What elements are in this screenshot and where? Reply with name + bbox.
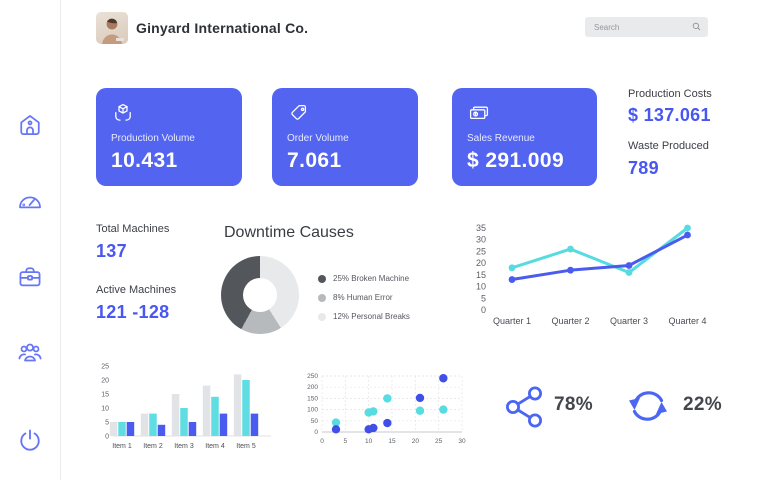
- search-input[interactable]: [592, 21, 692, 33]
- sidebar-item-home[interactable]: [16, 111, 44, 139]
- svg-text:30: 30: [476, 235, 486, 245]
- sidebar-item-team[interactable]: [16, 338, 44, 366]
- sidebar-item-dashboard[interactable]: [16, 188, 44, 216]
- svg-text:15: 15: [101, 392, 109, 399]
- search-icon: [692, 18, 701, 36]
- kpi-card-production-volume: Production Volume 10.431: [96, 88, 242, 186]
- svg-text:20: 20: [476, 258, 486, 268]
- donut-chart: [221, 256, 299, 334]
- svg-text:10: 10: [365, 438, 373, 445]
- sidebar-item-machines[interactable]: [16, 263, 44, 291]
- svg-text:Item 4: Item 4: [205, 443, 225, 450]
- svg-text:25: 25: [435, 438, 443, 445]
- svg-text:25: 25: [101, 364, 109, 371]
- share-percentage: 78%: [554, 394, 593, 415]
- legend-item: 25% Broken Machine: [318, 269, 410, 288]
- sidebar-item-logout[interactable]: [16, 426, 44, 454]
- home-icon: [16, 111, 44, 139]
- refresh-icon: [624, 383, 672, 431]
- dashboard-window: Ginyard International Co. Production Vol…: [0, 0, 768, 480]
- kpi-label: Production Volume: [111, 133, 195, 144]
- svg-text:10: 10: [101, 406, 109, 413]
- kpi-value: 7.061: [287, 149, 342, 172]
- legend-dot-broken-machine: [318, 274, 326, 283]
- svg-text:30: 30: [458, 438, 466, 445]
- svg-text:Quarter 1: Quarter 1: [493, 316, 531, 326]
- production-costs-label: Production Costs: [628, 88, 712, 100]
- search-box[interactable]: [585, 17, 708, 37]
- total-machines-value: 137: [96, 241, 127, 261]
- items-bar-chart: 0 5 10 15 20 25 Item 1 Item 2 Item 3 Item 4 Item 5: [93, 360, 275, 459]
- svg-text:Item 2: Item 2: [143, 443, 163, 450]
- cash-icon: [467, 101, 582, 125]
- svg-text:5: 5: [481, 293, 486, 303]
- svg-text:100: 100: [307, 407, 318, 414]
- svg-text:0: 0: [320, 438, 324, 445]
- svg-text:Quarter 4: Quarter 4: [668, 316, 706, 326]
- svg-text:0: 0: [314, 429, 318, 436]
- legend-item: 12% Personal Breaks: [318, 307, 410, 326]
- svg-text:35: 35: [476, 223, 486, 233]
- svg-text:25: 25: [476, 246, 486, 256]
- waste-produced-value: 789: [628, 158, 659, 178]
- avatar[interactable]: [96, 12, 128, 44]
- svg-text:150: 150: [307, 395, 318, 402]
- svg-text:5: 5: [105, 420, 109, 427]
- production-costs-value: $ 137.061: [628, 105, 711, 125]
- svg-text:Item 1: Item 1: [112, 443, 132, 450]
- legend-item: 8% Human Error: [318, 288, 410, 307]
- svg-text:Item 3: Item 3: [174, 443, 194, 450]
- svg-text:0: 0: [481, 305, 486, 315]
- legend-label: 8% Human Error: [333, 293, 393, 302]
- power-icon: [16, 426, 44, 454]
- svg-text:10: 10: [476, 282, 486, 292]
- box-in-hands-icon: [111, 101, 227, 125]
- active-machines-value: 121 -128: [96, 302, 170, 322]
- svg-text:15: 15: [388, 438, 396, 445]
- gauge-icon: [16, 188, 44, 216]
- users-icon: [16, 338, 44, 366]
- svg-text:Item 5: Item 5: [236, 443, 256, 450]
- kpi-card-sales-revenue: Sales Revenue $ 291.009: [452, 88, 597, 186]
- share-icon: [503, 384, 547, 430]
- svg-text:5: 5: [344, 438, 348, 445]
- svg-text:20: 20: [101, 378, 109, 385]
- active-machines-label: Active Machines: [96, 284, 177, 296]
- quarterly-line-chart: 0 5 10 15 20 25 30 35 Quarter 1 Quarter 2 Quarter …: [452, 220, 758, 335]
- legend-dot-personal-breaks: [318, 312, 326, 321]
- kpi-label: Sales Revenue: [467, 133, 535, 144]
- svg-text:15: 15: [476, 270, 486, 280]
- waste-produced-label: Waste Produced: [628, 140, 709, 152]
- donut-chart-title: Downtime Causes: [224, 224, 354, 241]
- sidebar: [0, 0, 61, 480]
- kpi-card-order-volume: Order Volume 7.061: [272, 88, 418, 186]
- kpi-label: Order Volume: [287, 133, 349, 144]
- svg-text:0: 0: [105, 434, 109, 441]
- legend-dot-human-error: [318, 293, 326, 302]
- svg-text:250: 250: [307, 373, 318, 380]
- price-tag-icon: [287, 101, 403, 125]
- scatter-plot: 0 5 10 15 20 25 30 0 50 100 150 200 250: [298, 364, 476, 455]
- svg-text:Quarter 3: Quarter 3: [610, 316, 648, 326]
- legend-label: 12% Personal Breaks: [333, 312, 410, 321]
- briefcase-icon: [16, 263, 44, 291]
- svg-text:200: 200: [307, 384, 318, 391]
- donut-legend: 25% Broken Machine 8% Human Error 12% Pe…: [318, 269, 410, 326]
- svg-text:50: 50: [311, 418, 319, 425]
- svg-text:Quarter 2: Quarter 2: [551, 316, 589, 326]
- avatar-image: [102, 18, 124, 44]
- page-title: Ginyard International Co.: [136, 20, 309, 36]
- refresh-percentage: 22%: [683, 394, 722, 415]
- legend-label: 25% Broken Machine: [333, 274, 410, 283]
- total-machines-label: Total Machines: [96, 223, 170, 235]
- kpi-value: 10.431: [111, 149, 178, 172]
- kpi-value: $ 291.009: [467, 149, 565, 172]
- svg-text:20: 20: [412, 438, 420, 445]
